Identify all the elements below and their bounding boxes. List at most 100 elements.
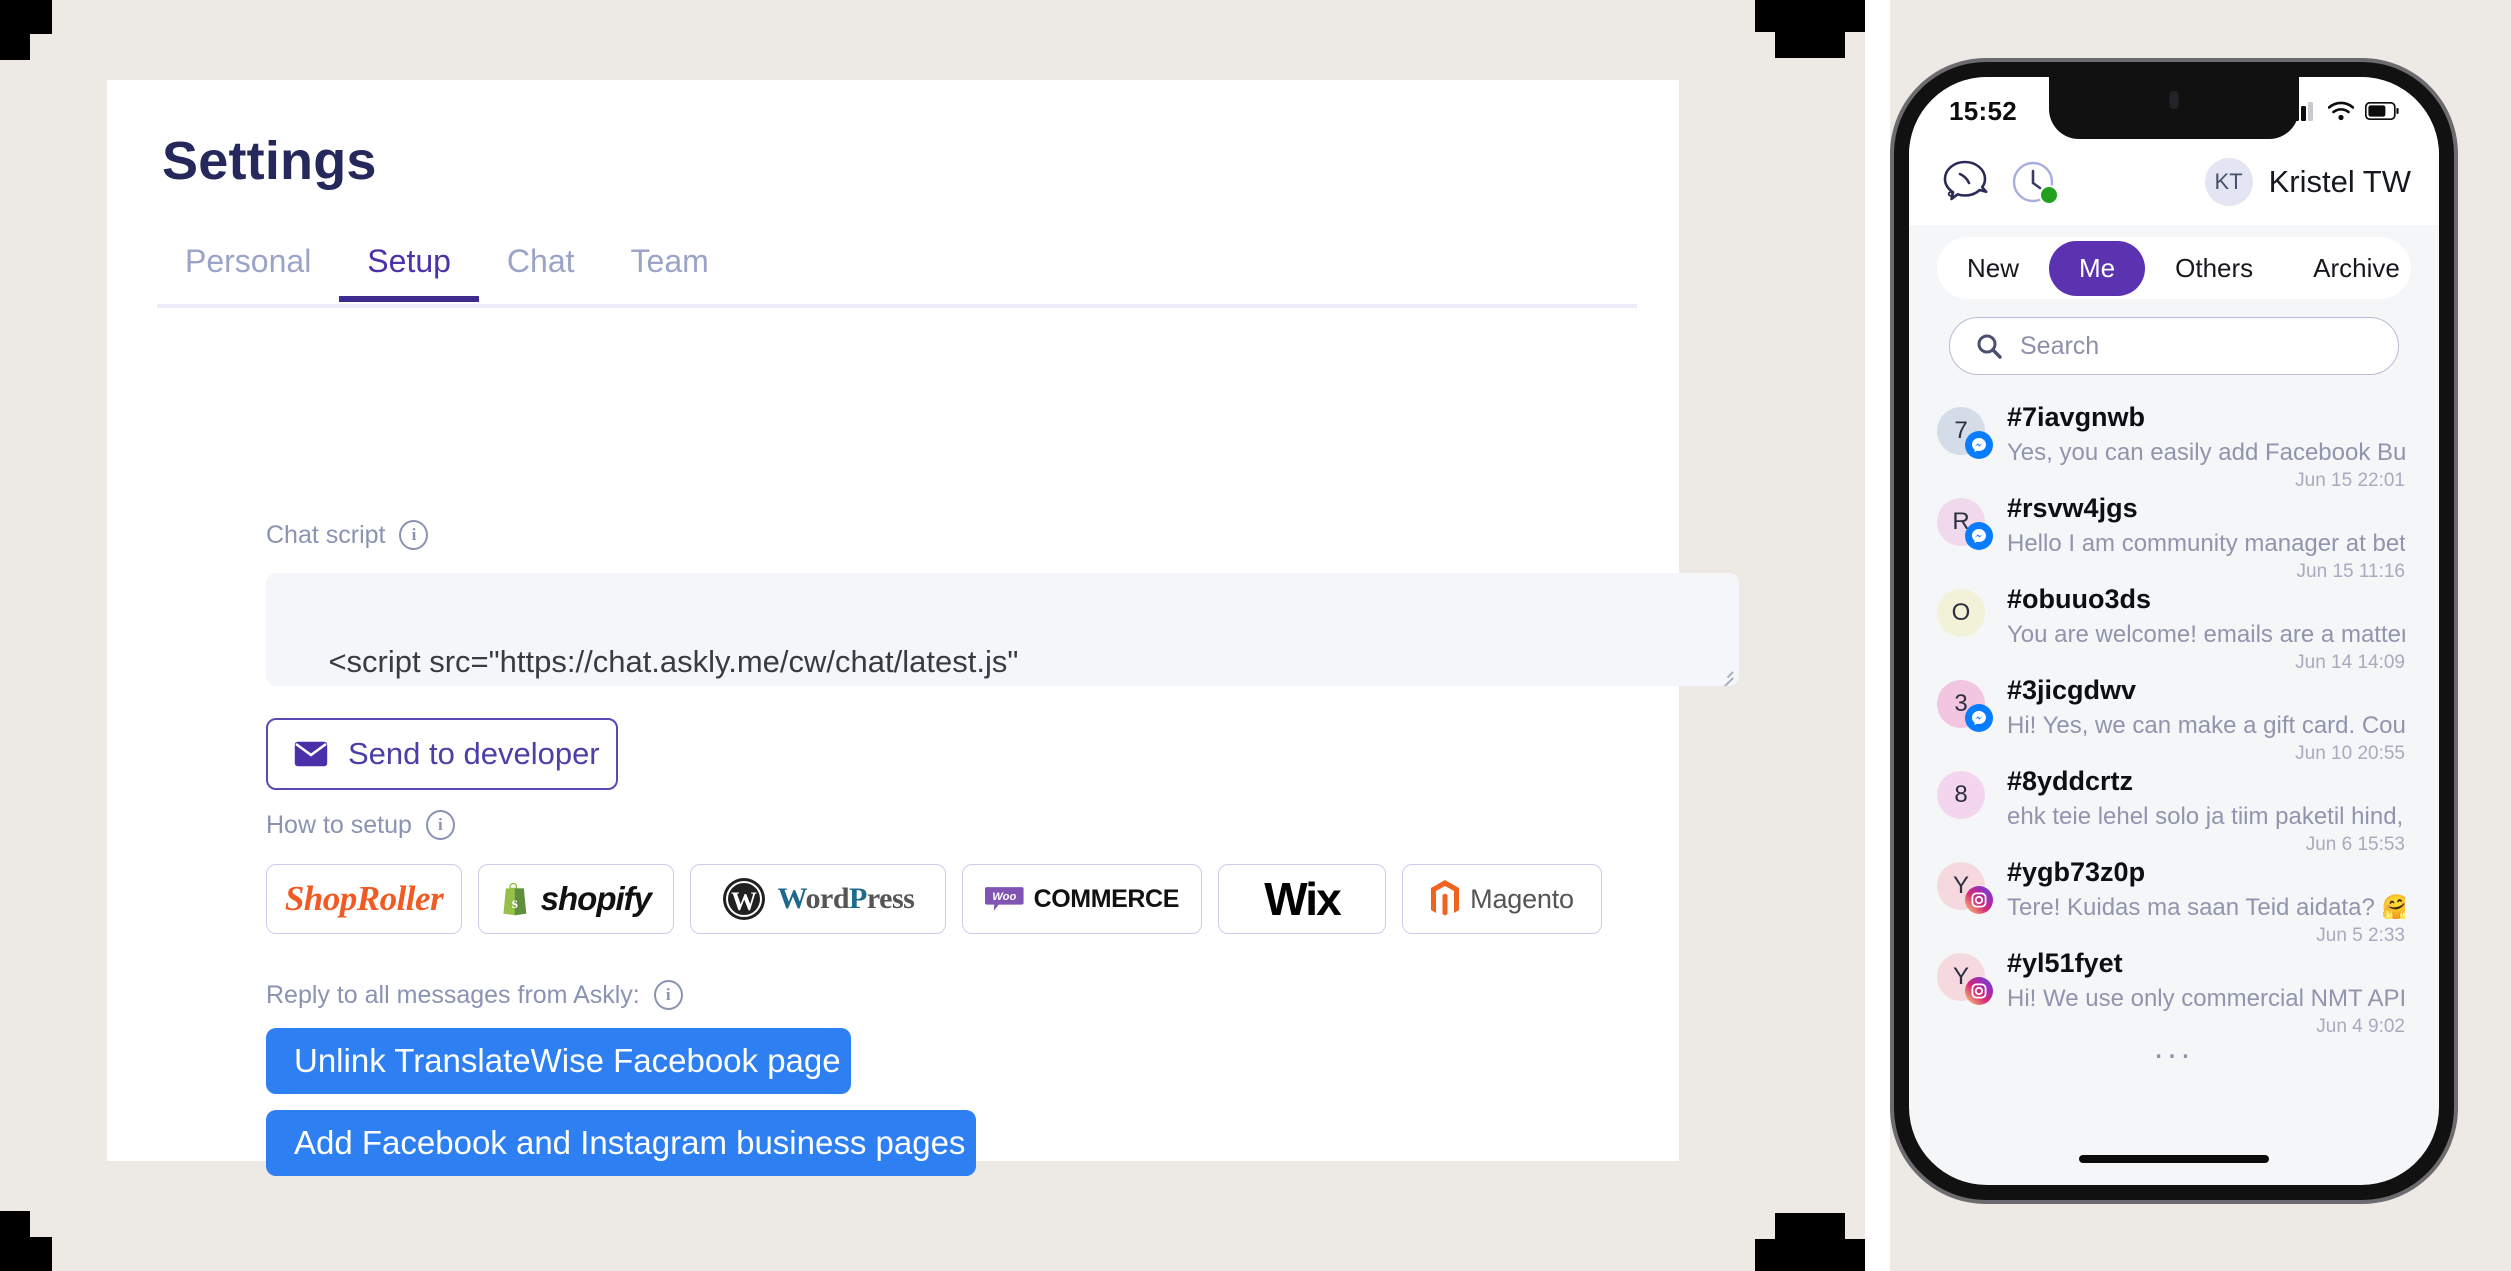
conversation-preview: Hi! Yes, we can make a gift card. Could …: [2007, 712, 2405, 740]
tab-team[interactable]: Team: [603, 225, 737, 302]
conversation-time: Jun 10 20:55: [2295, 743, 2405, 765]
conversation-body: #3jicgdwv Hi! Yes, we can make a gift ca…: [2007, 674, 2405, 765]
conversation-time: Jun 15 11:16: [2296, 561, 2405, 583]
svg-text:Woo: Woo: [992, 891, 1016, 903]
conversation-time: Jun 4 9:02: [2316, 1016, 2405, 1038]
avatar: KT: [2204, 158, 2253, 206]
conversation-name: #ygb73z0p: [2007, 857, 2146, 887]
tab-me[interactable]: Me: [2049, 240, 2146, 296]
shopify-wordmark: shopify: [540, 880, 652, 917]
conversation-preview: ehk teie lehel solo ja tiim paketil hind…: [2007, 803, 2405, 831]
conversation-item[interactable]: Y #yl51fyet Hi! We use only commercial N…: [1909, 933, 2439, 1037]
shopify-bag-icon: s: [503, 882, 527, 916]
search-input[interactable]: Search: [1949, 317, 2399, 375]
conversation-time: Jun 14 14:09: [2295, 652, 2405, 674]
chat-script-label-row: Chat script i: [266, 520, 429, 550]
conversation-preview: Hello I am community manager at betapage…: [2007, 530, 2405, 558]
info-icon[interactable]: i: [425, 810, 455, 840]
svg-text:s: s: [512, 894, 518, 912]
tab-chat[interactable]: Chat: [479, 225, 603, 302]
avatar: 8: [1937, 771, 1985, 819]
conversation-time: Jun 15 22:01: [2295, 470, 2405, 492]
instagram-badge-icon: [1965, 886, 1993, 914]
page-title: Settings: [162, 131, 377, 191]
conversation-name: #rsvw4jgs: [2007, 493, 2138, 523]
platform-wordpress[interactable]: W WordPress: [690, 864, 946, 934]
background-white-strip: [1865, 0, 1890, 1271]
info-icon[interactable]: i: [653, 980, 683, 1010]
corner-mark-bottom-middle-vertical: [1775, 1213, 1845, 1271]
conversation-avatar-wrap: Y: [1937, 953, 1993, 1005]
add-facebook-instagram-pages-label: Add Facebook and Instagram business page…: [294, 1124, 966, 1161]
platform-shoproller[interactable]: ShopRoller: [266, 864, 462, 934]
conversation-body: #yl51fyet Hi! We use only commercial NMT…: [2007, 947, 2405, 1038]
conversation-item[interactable]: 8 #8yddcrtz ehk teie lehel solo ja tiim …: [1909, 751, 2439, 855]
user-area[interactable]: KT Kristel TW: [2204, 158, 2411, 206]
conversation-preview: Tere! Kuidas ma saan Teid aidata? 🤗: [2007, 894, 2405, 922]
woocommerce-logo-icon: Woo: [985, 887, 1024, 911]
conversation-name: #3jicgdwv: [2007, 675, 2137, 705]
send-to-developer-button[interactable]: Send to developer: [266, 718, 618, 790]
avatar: O: [1937, 589, 1985, 637]
pending-clock-indicator[interactable]: [2011, 160, 2059, 205]
svg-text:W: W: [731, 887, 757, 916]
phone-mockup: 15:52 KT Kristel TW New Me Others Archiv…: [1894, 62, 2454, 1200]
conversation-avatar-wrap: O: [1937, 589, 1985, 637]
tab-setup[interactable]: Setup: [339, 225, 479, 302]
conversation-name: #7iavgnwb: [2007, 402, 2146, 432]
how-to-setup-label-row: How to setup i: [266, 810, 455, 840]
conversation-avatar-wrap: Y: [1937, 862, 1993, 914]
conversation-name: #yl51fyet: [2007, 948, 2123, 978]
conversation-item[interactable]: 7 #7iavgnwb Yes, you can easily add Face…: [1909, 387, 2439, 491]
magento-logo-icon: [1431, 880, 1460, 916]
add-facebook-instagram-pages-button[interactable]: Add Facebook and Instagram business page…: [266, 1110, 976, 1176]
platform-wix[interactable]: Wix: [1218, 864, 1386, 934]
tab-personal[interactable]: Personal: [157, 225, 339, 302]
conversation-body: #8yddcrtz ehk teie lehel solo ja tiim pa…: [2007, 765, 2405, 856]
wordpress-logo-icon: W: [722, 878, 765, 920]
conversation-item[interactable]: O #obuuo3ds You are welcome! emails are …: [1909, 569, 2439, 673]
corner-mark-top-middle-vertical: [1775, 0, 1845, 58]
wix-wordmark: Wix: [1264, 873, 1341, 925]
resize-handle-icon[interactable]: [1717, 665, 1733, 681]
conversation-avatar-wrap: 8: [1937, 771, 1985, 819]
reply-section-label-row: Reply to all messages from Askly: i: [266, 980, 683, 1010]
online-status-dot: [2039, 185, 2059, 205]
corner-mark-top-left-vertical: [0, 0, 30, 60]
home-indicator[interactable]: [2079, 1155, 2269, 1163]
reply-section-label: Reply to all messages from Askly:: [266, 980, 640, 1009]
unlink-facebook-page-button[interactable]: Unlink TranslateWise Facebook page: [266, 1028, 851, 1094]
instagram-badge-icon: [1965, 977, 1993, 1005]
chat-script-value: <script src="https://chat.askly.me/cw/ch…: [328, 643, 1019, 679]
conversation-avatar-wrap: 3: [1937, 680, 1993, 732]
user-name: Kristel TW: [2268, 164, 2411, 199]
conversation-time: Jun 5 2:33: [2316, 925, 2405, 947]
conversation-item[interactable]: R #rsvw4jgs Hello I am community manager…: [1909, 478, 2439, 582]
conversation-avatar-wrap: R: [1937, 498, 1993, 550]
conversation-body: #obuuo3ds You are welcome! emails are a …: [2007, 583, 2405, 674]
platform-logo-list: ShopRoller s shopify W WordPress Woo COM…: [266, 864, 1602, 934]
conversation-item[interactable]: 3 #3jicgdwv Hi! Yes, we can make a gift …: [1909, 660, 2439, 764]
shoproller-logo: ShopRoller: [284, 879, 444, 918]
app-header: KT Kristel TW: [1909, 139, 2439, 225]
conversation-list[interactable]: 7 #7iavgnwb Yes, you can easily add Face…: [1909, 387, 2439, 1185]
conversation-item[interactable]: Y #ygb73z0p Tere! Kuidas ma saan Teid ai…: [1909, 842, 2439, 946]
tab-underline: [157, 304, 1637, 308]
tab-others[interactable]: Others: [2145, 241, 2283, 296]
chat-script-textarea[interactable]: <script src="https://chat.askly.me/cw/ch…: [266, 573, 1739, 686]
status-bar-time: 15:52: [1949, 95, 2017, 126]
conversation-preview: Hi! We use only commercial NMT API conne…: [2007, 985, 2405, 1013]
send-to-developer-label: Send to developer: [348, 736, 600, 771]
platform-shopify[interactable]: s shopify: [478, 864, 674, 934]
tab-new[interactable]: New: [1937, 241, 2049, 296]
corner-mark-bottom-left-vertical: [0, 1211, 30, 1271]
conversation-body: #rsvw4jgs Hello I am community manager a…: [2007, 492, 2405, 583]
platform-magento[interactable]: Magento: [1402, 864, 1602, 934]
phone-notch: [2049, 77, 2299, 139]
settings-panel: Settings Personal Setup Chat Team Chat s…: [107, 80, 1739, 1176]
askly-logo: [1943, 160, 1988, 201]
info-icon[interactable]: i: [399, 520, 429, 550]
platform-woocommerce[interactable]: Woo COMMERCE: [962, 864, 1202, 934]
tab-archive[interactable]: Archive: [2283, 241, 2430, 296]
messenger-badge-icon: [1965, 704, 1993, 732]
